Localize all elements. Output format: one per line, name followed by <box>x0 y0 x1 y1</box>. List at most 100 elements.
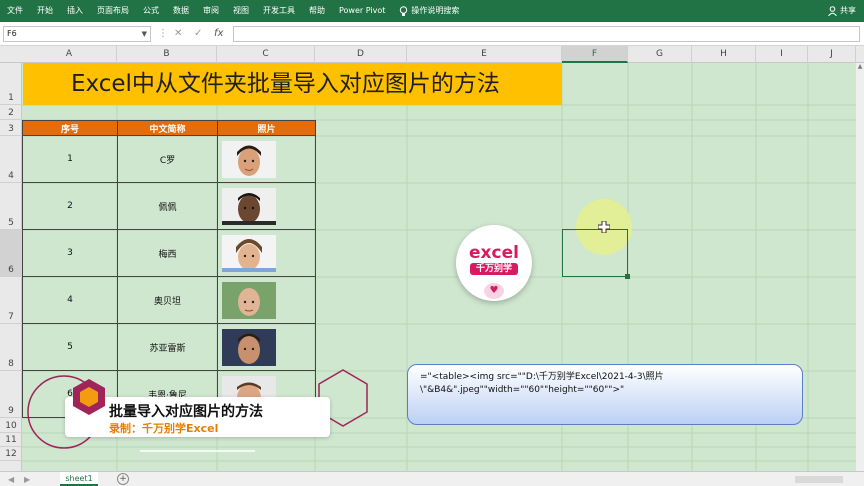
cell-photo[interactable] <box>217 182 316 230</box>
player-photo[interactable] <box>222 328 276 366</box>
excel-logo-badge: excel 千万别学 ♥ <box>456 225 532 301</box>
table-row: 1 C罗 <box>22 135 316 183</box>
lightbulb-icon <box>400 5 408 16</box>
tab-page-layout[interactable]: 页面布局 <box>90 0 136 22</box>
tab-file[interactable]: 文件 <box>0 0 30 22</box>
cell-index[interactable]: 5 <box>22 323 118 371</box>
cell-index[interactable]: 3 <box>22 229 118 277</box>
row-header-7[interactable]: 7 <box>0 277 22 324</box>
tab-formulas[interactable]: 公式 <box>136 0 166 22</box>
row-header-1[interactable]: 1 <box>0 63 22 105</box>
cell-photo[interactable] <box>217 135 316 183</box>
column-header-a[interactable]: A <box>22 46 117 63</box>
tab-data[interactable]: 数据 <box>166 0 196 22</box>
cell-index[interactable]: 1 <box>22 135 118 183</box>
tab-home[interactable]: 开始 <box>30 0 60 22</box>
tab-help[interactable]: 帮助 <box>302 0 332 22</box>
cell-photo[interactable] <box>217 229 316 277</box>
column-header-f[interactable]: F <box>562 46 628 63</box>
cell-name[interactable]: 奥贝坦 <box>117 276 218 324</box>
cell-name[interactable]: 佩佩 <box>117 182 218 230</box>
player-photo[interactable] <box>222 140 276 178</box>
column-header-i[interactable]: I <box>756 46 808 63</box>
table-row: 5 苏亚雷斯 <box>22 323 316 371</box>
tell-me-label: 操作说明搜索 <box>411 6 460 15</box>
player-photo[interactable] <box>222 187 276 225</box>
tab-power-pivot[interactable]: Power Pivot <box>332 0 392 22</box>
header-name[interactable]: 中文简称 <box>117 120 218 136</box>
player-photo[interactable] <box>222 281 276 319</box>
insert-function-icon[interactable]: fx <box>214 26 223 42</box>
tab-review[interactable]: 审阅 <box>196 0 226 22</box>
scroll-up-icon[interactable]: ▲ <box>856 63 864 73</box>
column-header-c[interactable]: C <box>217 46 315 63</box>
caption-title: 批量导入对应图片的方法 <box>109 404 263 420</box>
table-row: 2 佩佩 <box>22 182 316 230</box>
sheet-title-banner[interactable]: Excel中从文件夹批量导入对应图片的方法 <box>23 63 562 105</box>
row-header-9[interactable]: 9 <box>0 371 22 418</box>
tab-developer[interactable]: 开发工具 <box>256 0 302 22</box>
sheet-tab-sheet1[interactable]: sheet1 <box>60 472 98 486</box>
sheet-tab-bar: ◀ ▶ sheet1 + <box>0 471 864 486</box>
heart-icon: ♥ <box>484 283 504 299</box>
row-header-6[interactable]: 6 <box>0 230 22 277</box>
selected-cell-f6[interactable] <box>562 229 630 279</box>
row-header-2[interactable]: 2 <box>0 105 22 120</box>
cell-photo[interactable] <box>217 276 316 324</box>
formula-callout-shape[interactable]: ="<table><img src=""D:\千万别学Excel\2021-4-… <box>407 364 803 425</box>
cell-name[interactable]: 梅西 <box>117 229 218 277</box>
cell-name[interactable]: 苏亚雷斯 <box>117 323 218 371</box>
column-header-b[interactable]: B <box>117 46 217 63</box>
row-header-3[interactable]: 3 <box>0 120 22 136</box>
tab-view[interactable]: 视图 <box>226 0 256 22</box>
tab-insert[interactable]: 插入 <box>60 0 90 22</box>
row-header-8[interactable]: 8 <box>0 324 22 371</box>
sheet-prev-icon[interactable]: ◀ <box>8 472 14 486</box>
fill-handle[interactable] <box>625 274 630 279</box>
header-index[interactable]: 序号 <box>22 120 118 136</box>
row-header-11[interactable]: 11 <box>0 433 22 447</box>
row-header-12[interactable]: 12 <box>0 447 22 461</box>
share-label: 共享 <box>840 6 856 15</box>
row-header-4[interactable]: 4 <box>0 136 22 183</box>
cell-photo[interactable] <box>217 323 316 371</box>
caption-subtitle: 录制：千万别学Excel <box>109 422 219 435</box>
more-icon: ⋮ <box>158 28 168 39</box>
column-header-h[interactable]: H <box>692 46 756 63</box>
name-box-value: F6 <box>7 29 17 38</box>
callout-line-1: ="<table><img src=""D:\千万别学Excel\2021-4-… <box>420 372 664 382</box>
formula-input[interactable] <box>233 26 860 42</box>
name-box[interactable]: F6 ▼ <box>3 26 151 42</box>
add-sheet-icon[interactable]: + <box>117 473 129 485</box>
cell-index[interactable]: 2 <box>22 182 118 230</box>
row-header-10[interactable]: 10 <box>0 418 22 433</box>
column-header-d[interactable]: D <box>315 46 407 63</box>
sheet-next-icon[interactable]: ▶ <box>24 472 30 486</box>
tell-me-search[interactable]: 操作说明搜索 <box>392 0 466 22</box>
column-headers: A B C D E F G H I J <box>0 46 864 63</box>
logo-text: excel <box>469 243 519 263</box>
horizontal-scrollbar[interactable] <box>795 476 843 483</box>
cell-index[interactable]: 4 <box>22 276 118 324</box>
row-headers: 1 2 3 4 5 6 7 8 9 10 11 12 <box>0 63 22 471</box>
cancel-icon[interactable]: ✕ <box>174 26 182 42</box>
column-header-j[interactable]: J <box>808 46 856 63</box>
chevron-down-icon[interactable]: ▼ <box>142 27 147 41</box>
person-icon <box>828 6 837 16</box>
header-photo[interactable]: 照片 <box>217 120 316 136</box>
table-row: 4 奥贝坦 <box>22 276 316 324</box>
column-header-e[interactable]: E <box>407 46 562 63</box>
column-header-g[interactable]: G <box>628 46 692 63</box>
enter-icon[interactable]: ✓ <box>194 26 202 42</box>
logo-subtext: 千万别学 <box>470 263 518 275</box>
formula-bar: F6 ▼ ⋮ ✕ ✓ fx <box>0 22 864 46</box>
cell-name[interactable]: C罗 <box>117 135 218 183</box>
share-button[interactable]: 共享 <box>828 0 856 22</box>
player-photo[interactable] <box>222 234 276 272</box>
table-row: 3 梅西 <box>22 229 316 277</box>
hexagon-badge-icon <box>73 379 105 415</box>
cell-cursor-icon <box>598 221 610 233</box>
row-header-5[interactable]: 5 <box>0 183 22 230</box>
ribbon-tab-bar: 文件 开始 插入 页面布局 公式 数据 审阅 视图 开发工具 帮助 Power … <box>0 0 864 22</box>
vertical-scrollbar[interactable]: ▲ <box>856 63 864 471</box>
